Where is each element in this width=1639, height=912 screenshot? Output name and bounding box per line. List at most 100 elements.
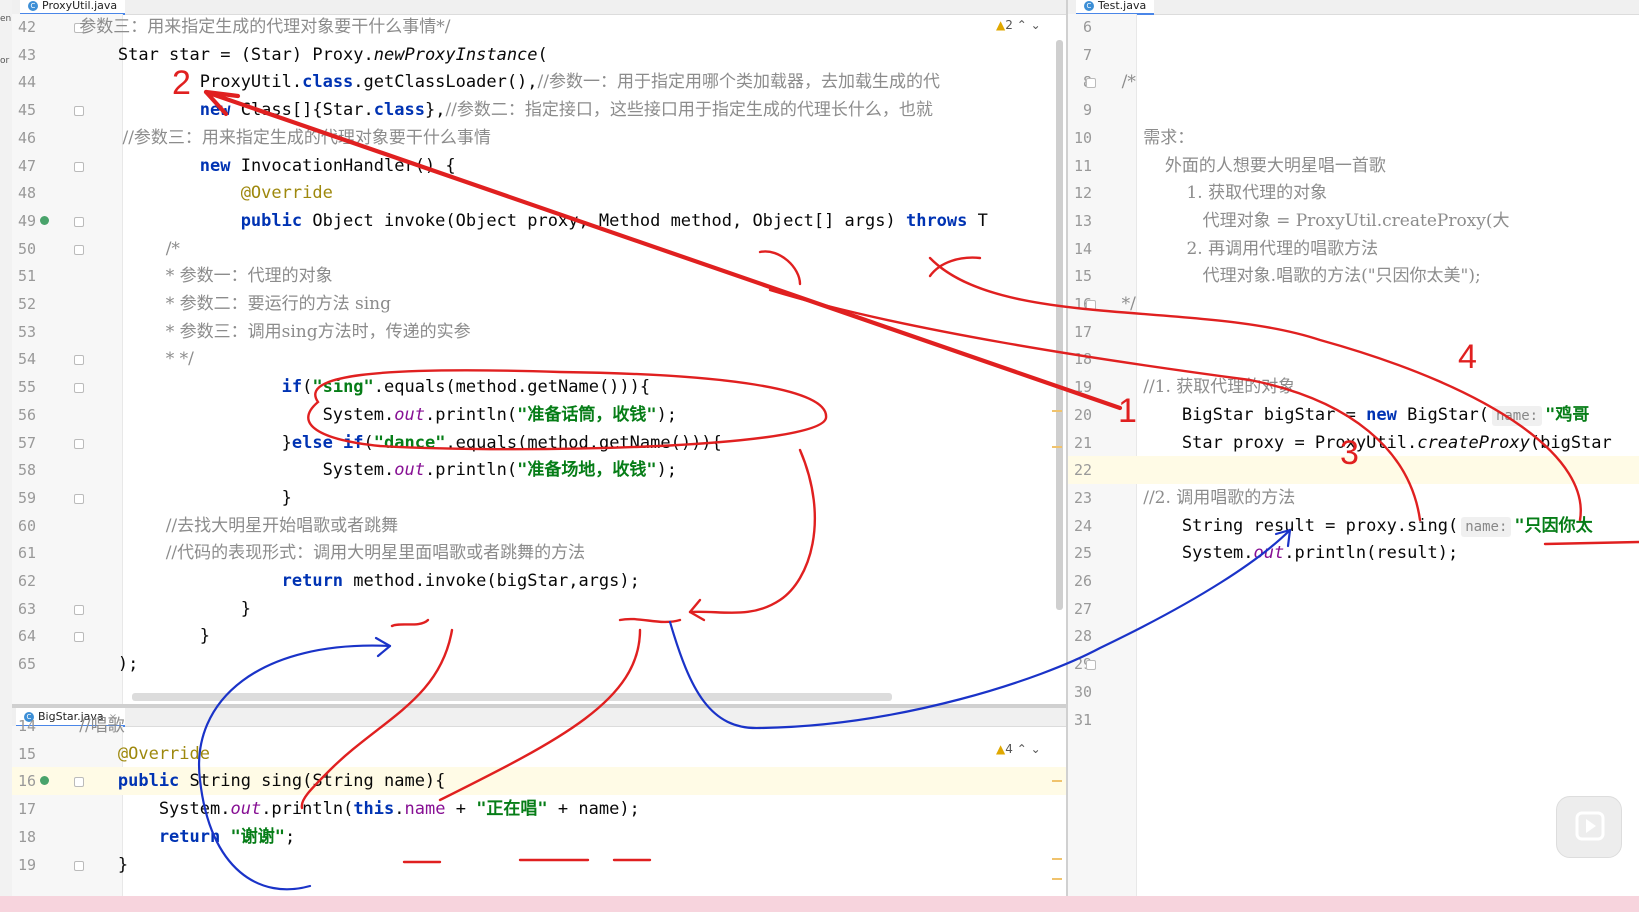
code-line[interactable]: 31 [1068, 706, 1639, 734]
code-line[interactable]: 65 ); [12, 650, 1066, 678]
code-token: }, [424, 100, 446, 121]
code-line[interactable]: 17 [1068, 318, 1639, 346]
code-line[interactable]: 27 [1068, 595, 1639, 623]
line-number: 28 [1073, 627, 1092, 646]
code-line[interactable]: 54 * */ [12, 345, 1066, 373]
code-line[interactable]: 12 1. 获取代理的对象 [1068, 179, 1639, 207]
warning-icon: ▲ [996, 742, 1006, 756]
fold-icon[interactable] [1086, 300, 1096, 310]
code-text: 1. 获取代理的对象 [1100, 179, 1327, 207]
code-line[interactable]: 24 String result = proxy.sing(name: "只因你太 [1068, 512, 1639, 540]
test-editor[interactable]: CTest.java 678 /*910 需求：11 外面的人想要大明星唱一首歌… [1068, 0, 1639, 896]
code-line[interactable]: 18 return "谢谢"; [12, 823, 1066, 851]
code-line[interactable]: 44 ProxyUtil.class.getClassLoader(),//参数… [12, 68, 1066, 96]
code-line[interactable]: 52 * 参数二：要运行的方法 sing [12, 290, 1066, 318]
code-line[interactable]: 63 } [12, 595, 1066, 623]
code-line[interactable]: 55 if("sing".equals(method.getName())){ [12, 373, 1066, 401]
code-line[interactable]: 18 [1068, 345, 1639, 373]
code-line[interactable]: 43 Star star = (Star) Proxy.newProxyInst… [12, 41, 1066, 69]
code-line[interactable]: 48 @Override [12, 179, 1066, 207]
line-number: 60 [17, 516, 36, 535]
code-token: } [36, 598, 251, 619]
code-token: @Override [36, 743, 210, 764]
code-line[interactable]: 28 [1068, 622, 1639, 650]
bigstar-warning-indicator[interactable]: ▲4 ⌃ ⌄ [996, 742, 1041, 756]
code-token: /* [1100, 72, 1136, 93]
code-line[interactable]: 9 [1068, 96, 1639, 124]
proxyutil-vertical-scrollbar[interactable] [1056, 40, 1063, 610]
code-line[interactable]: 56 System.out.println("准备话筒，收钱"); [12, 401, 1066, 429]
video-progress-bar[interactable] [0, 896, 1639, 912]
code-line[interactable]: 11 外面的人想要大明星唱一首歌 [1068, 152, 1639, 180]
code-text: 参数三：用来指定生成的代理对象要干什么事情*/ [36, 13, 450, 41]
code-token: ProxyUtil. [36, 72, 303, 93]
bigstar-editor[interactable]: C BigStar.java × 14 //唱歌 15 @Override 16 pub… [12, 708, 1066, 896]
code-line[interactable]: 19 //1. 获取代理的对象 [1068, 373, 1639, 401]
code-line[interactable]: 59 } [12, 484, 1066, 512]
code-line[interactable]: 13 代理对象 = ProxyUtil.createProxy(大 [1068, 207, 1639, 235]
code-line[interactable]: 16 */ [1068, 290, 1639, 318]
code-line[interactable]: 17 System.out.println(this.name + "正在唱" … [12, 795, 1066, 823]
fold-icon[interactable] [1086, 78, 1096, 89]
code-line[interactable]: 15 @Override [12, 740, 1066, 768]
code-token: ( [363, 432, 374, 453]
code-line[interactable]: 23 //2. 调用唱歌的方法 [1068, 484, 1639, 512]
warning-marker [1052, 410, 1062, 412]
code-line[interactable]: 61 //代码的表现形式：调用大明星里面唱歌或者跳舞的方法 [12, 539, 1066, 567]
code-line[interactable]: 50 /* [12, 235, 1066, 263]
code-line[interactable]: 15 代理对象.唱歌的方法("只因你太美"); [1068, 262, 1639, 290]
code-line[interactable]: 10 需求： [1068, 124, 1639, 152]
warning-count: 2 [1005, 18, 1013, 32]
code-line[interactable]: 62 return method.invoke(bigStar,args); [12, 567, 1066, 595]
code-line[interactable]: 60 //去找大明星开始唱歌或者跳舞 [12, 512, 1066, 540]
code-line[interactable]: 19 } [12, 851, 1066, 879]
code-token: * */ [36, 349, 194, 370]
code-line[interactable]: 53 * 参数三：调用sing方法时，传递的实参 [12, 318, 1066, 346]
chevron-down-icon[interactable]: ⌄ [1031, 18, 1041, 32]
code-token: * 参数三：调用sing方法时，传递的实参 [36, 321, 471, 342]
video-play-button[interactable] [1556, 796, 1622, 858]
code-text: 代理对象.唱歌的方法("只因你太美"); [1100, 262, 1481, 290]
code-line[interactable]: 42 参数三：用来指定生成的代理对象要干什么事情*/ [12, 13, 1066, 41]
code-text: * 参数一：代理的对象 [36, 262, 333, 290]
chevron-up-icon[interactable]: ⌃ [1017, 742, 1027, 756]
pane-divider-horizontal[interactable] [12, 704, 1066, 708]
fold-icon[interactable] [1086, 660, 1096, 671]
line-number: 51 [17, 267, 36, 286]
chevron-up-icon[interactable]: ⌃ [1017, 18, 1027, 32]
code-text: Star star = (Star) Proxy.newProxyInstanc… [36, 41, 548, 69]
code-text: System.out.println("准备话筒，收钱"); [36, 401, 677, 429]
proxyutil-warning-indicator[interactable]: ▲2 ⌃ ⌄ [996, 18, 1041, 32]
code-line[interactable]: 22 [1068, 456, 1639, 485]
code-line[interactable]: 46 //参数三：用来指定生成的代理对象要干什么事情 [12, 124, 1066, 152]
code-line[interactable]: 51 * 参数一：代理的对象 [12, 262, 1066, 290]
code-line[interactable]: 45 new Class[]{Star.class},//参数二：指定接口，这些… [12, 96, 1066, 124]
code-line[interactable]: 49 public Object invoke(Object proxy, Me… [12, 207, 1066, 235]
code-line[interactable]: 14 //唱歌 [12, 712, 1066, 740]
code-line[interactable]: 7 [1068, 41, 1639, 69]
code-line[interactable]: 16 public String sing(String name){ [12, 767, 1066, 796]
chevron-down-icon[interactable]: ⌄ [1031, 742, 1041, 756]
line-number: 57 [17, 433, 36, 452]
code-line[interactable]: 25 System.out.println(result); [1068, 539, 1639, 567]
code-token: * 参数二：要运行的方法 sing [36, 294, 391, 314]
code-line[interactable]: 30 [1068, 678, 1639, 706]
code-text: //1. 获取代理的对象 [1100, 373, 1295, 401]
code-line[interactable]: 57 }else if("dance".equals(method.getNam… [12, 429, 1066, 457]
code-line[interactable]: 8 /* [1068, 68, 1639, 96]
code-line[interactable]: 58 System.out.println("准备场地，收钱"); [12, 456, 1066, 484]
code-line[interactable]: 20 BigStar bigStar = new BigStar(name: "鸡… [1068, 401, 1639, 429]
bigstar-code[interactable]: 14 //唱歌 15 @Override 16 public String sing… [12, 712, 1066, 896]
code-line[interactable]: 47 new InvocationHandler() { [12, 152, 1066, 180]
code-line[interactable]: 26 [1068, 567, 1639, 595]
proxyutil-horizontal-scrollbar[interactable] [132, 693, 892, 701]
code-text: //2. 调用唱歌的方法 [1100, 484, 1295, 512]
code-line[interactable]: 14 2. 再调用代理的唱歌方法 [1068, 235, 1639, 263]
code-line[interactable]: 64 } [12, 622, 1066, 650]
proxyutil-editor[interactable]: C ProxyUtil.java 42 参数三：用来指定生成的代理对象要干什么事情… [12, 0, 1066, 704]
code-line[interactable]: 29 [1068, 650, 1639, 678]
line-number: 18 [1073, 350, 1092, 369]
line-number: 6 [1082, 18, 1092, 36]
code-line[interactable]: 6 [1068, 13, 1639, 41]
code-line[interactable]: 21 Star proxy = ProxyUtil.createProxy(bi… [1068, 429, 1639, 457]
